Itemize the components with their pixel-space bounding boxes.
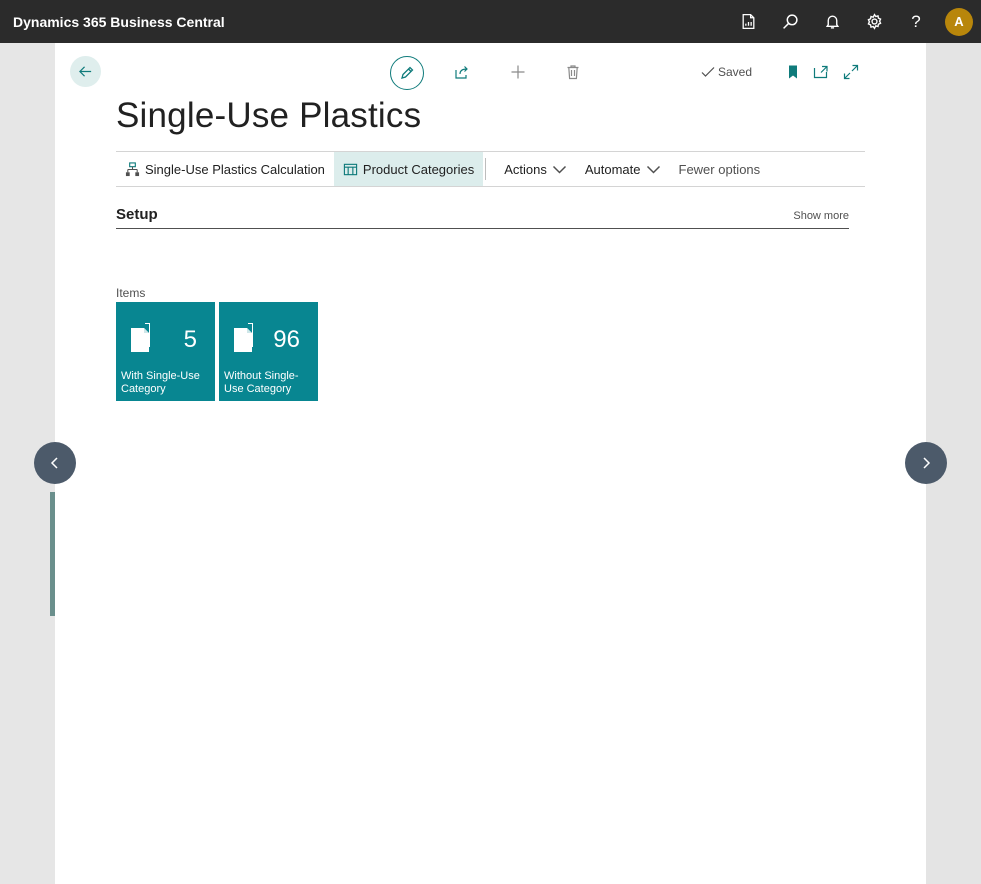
next-record-button[interactable] — [905, 442, 947, 484]
documents-icon — [131, 323, 150, 352]
hierarchy-icon — [125, 161, 140, 176]
arrow-left-icon — [79, 66, 92, 77]
action-single-use-plastics-calculation[interactable]: Single-Use Plastics Calculation — [116, 152, 334, 186]
delete-icon[interactable] — [562, 61, 584, 83]
action-label: Fewer options — [678, 161, 761, 177]
chevron-down-icon — [646, 165, 660, 174]
chevron-right-icon — [923, 457, 931, 469]
bookmark-icon[interactable] — [782, 61, 804, 83]
action-automate-menu[interactable]: Automate — [576, 152, 670, 186]
tile-value: 5 — [183, 326, 197, 353]
chevron-down-icon — [552, 165, 566, 174]
report-icon[interactable] — [727, 0, 769, 43]
saved-label: Saved — [718, 65, 753, 79]
checkmark-icon — [701, 67, 715, 77]
app-title: Dynamics 365 Business Central — [13, 13, 225, 30]
section-title[interactable]: Setup — [116, 206, 158, 223]
action-label: Single-Use Plastics Calculation — [145, 161, 325, 177]
avatar[interactable]: A — [945, 7, 973, 36]
expand-icon[interactable] — [840, 61, 862, 83]
back-button[interactable] — [70, 56, 101, 87]
tile-label: With Single-Use Category — [121, 370, 200, 395]
action-label: Automate — [584, 161, 641, 177]
table-icon — [343, 163, 358, 175]
action-bar: Single-Use Plastics Calculation Product … — [116, 151, 865, 187]
top-bar: Dynamics 365 Business Central ? A — [0, 0, 981, 43]
action-fewer-options[interactable]: Fewer options — [670, 152, 770, 186]
page-title: Single-Use Plastics — [116, 96, 422, 135]
gear-icon[interactable] — [853, 0, 895, 43]
action-label: Product Categories — [362, 161, 475, 177]
search-icon[interactable] — [769, 0, 811, 43]
help-icon[interactable]: ? — [895, 0, 937, 43]
card-dialog: Saved Single-Use Plastics Single-Use Pla… — [55, 43, 926, 884]
setup-section-header: Setup Show more — [116, 206, 849, 229]
action-separator — [485, 158, 487, 180]
action-actions-menu[interactable]: Actions — [495, 152, 576, 186]
chevron-left-icon — [50, 457, 58, 469]
tile-with-single-use-category[interactable]: 5 With Single-Use Category — [116, 302, 215, 401]
tile-label: Without Single-Use Category — [224, 370, 299, 395]
edit-icon — [401, 66, 414, 79]
edit-button[interactable] — [390, 56, 424, 90]
cue-group-label: Items — [116, 286, 146, 300]
bell-icon[interactable] — [811, 0, 853, 43]
open-new-window-icon[interactable] — [810, 61, 832, 83]
share-icon[interactable] — [451, 61, 473, 83]
documents-icon — [234, 323, 253, 352]
add-icon[interactable] — [507, 61, 529, 83]
action-label: Actions — [504, 161, 547, 177]
tile-value: 96 — [273, 326, 300, 353]
action-product-categories[interactable]: Product Categories — [333, 152, 484, 186]
saved-status: Saved — [701, 65, 752, 79]
previous-record-button[interactable] — [34, 442, 76, 484]
show-more-link[interactable]: Show more — [793, 210, 849, 222]
tile-without-single-use-category[interactable]: 96 Without Single-Use Category — [219, 302, 318, 401]
